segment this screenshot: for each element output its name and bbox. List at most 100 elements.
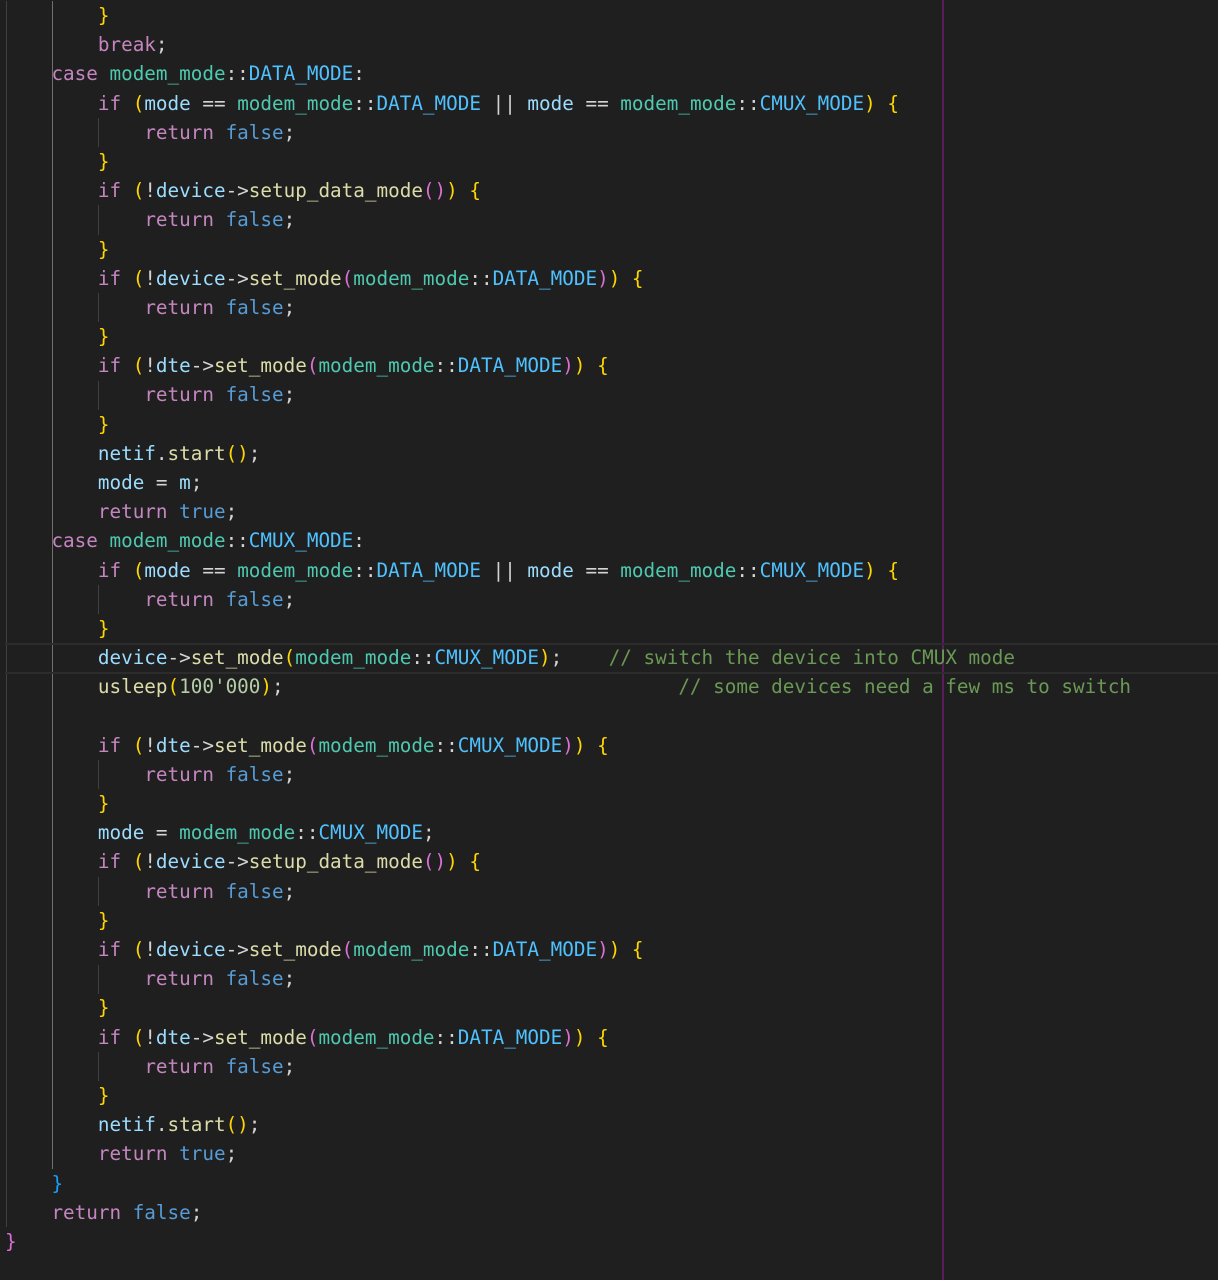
code-token: CMUX_MODE (318, 821, 423, 845)
code-line[interactable]: device->set_mode(modem_mode::CMUX_MODE);… (5, 643, 1218, 675)
code-line[interactable]: } (5, 410, 1131, 439)
code-line[interactable]: return false; (5, 1198, 1131, 1227)
code-line[interactable]: return false; (5, 118, 1131, 147)
code-token: } (97, 412, 110, 436)
code-token: } (97, 149, 110, 173)
code-token: :: (434, 1025, 458, 1049)
code-line[interactable] (5, 702, 1131, 731)
code-token: ( (132, 91, 145, 115)
code-token: :: (353, 91, 377, 115)
code-token: if (97, 1025, 122, 1049)
code-line[interactable]: mode = modem_mode::CMUX_MODE; (5, 818, 1131, 847)
code-line[interactable]: } (5, 789, 1131, 818)
code-token: ; (550, 646, 609, 670)
code-line[interactable]: if (!dte->set_mode(modem_mode::DATA_MODE… (5, 351, 1131, 380)
code-token: :: (736, 558, 760, 582)
code-line[interactable]: if (!device->setup_data_mode()) { (5, 176, 1131, 205)
code-token: } (97, 4, 110, 27)
code-token: ) (562, 733, 574, 757)
code-token: modem_mode (620, 558, 737, 582)
code-line[interactable]: return false; (5, 964, 1131, 993)
code-token: ) (864, 91, 876, 115)
code-line[interactable]: } (5, 614, 1131, 643)
code-line[interactable]: if (!dte->set_mode(modem_mode::CMUX_MODE… (5, 731, 1131, 760)
code-token: -> (167, 646, 191, 670)
code-token: :: (295, 821, 319, 845)
code-line[interactable]: if (!dte->set_mode(modem_mode::DATA_MODE… (5, 1023, 1131, 1052)
code-line[interactable]: } (5, 1081, 1131, 1110)
code-line[interactable]: usleep(100'000); // some devices need a … (5, 672, 1131, 701)
code-line[interactable]: return false; (5, 1052, 1131, 1081)
code-line[interactable]: } (5, 906, 1131, 935)
code-line[interactable]: return false; (5, 380, 1131, 409)
code-line[interactable]: case modem_mode::DATA_MODE: (5, 59, 1131, 88)
code-token: CMUX_MODE (759, 558, 865, 582)
code-line[interactable]: if (mode == modem_mode::DATA_MODE || mod… (5, 556, 1131, 585)
code-token: DATA_MODE (492, 938, 598, 961)
code-token: ; (272, 675, 679, 699)
code-token: ) (573, 354, 586, 378)
code-line[interactable]: if (!device->setup_data_mode()) { (5, 847, 1131, 876)
code-token: } (51, 1171, 64, 1195)
code-line[interactable]: mode = m; (5, 468, 1131, 497)
code-token: { (597, 1025, 609, 1049)
code-token: ! (144, 179, 156, 203)
code-token: ) (446, 179, 458, 203)
code-token: || (480, 91, 528, 115)
code-line[interactable]: } (5, 322, 1131, 351)
code-line[interactable]: } (5, 993, 1131, 1022)
code-line[interactable]: return false; (5, 877, 1131, 906)
code-line[interactable]: if (mode == modem_mode::DATA_MODE || mod… (5, 89, 1131, 118)
code-token: ! (144, 354, 156, 378)
code-token: set_mode (190, 646, 284, 670)
code-line[interactable]: } (5, 147, 1131, 176)
code-token: ( (132, 266, 145, 290)
code-line[interactable]: return false; (5, 760, 1131, 789)
code-token: dte (155, 1025, 191, 1049)
code-token: return (144, 208, 214, 232)
code-token: modem_mode (179, 821, 296, 845)
code-line[interactable]: break; (5, 30, 1131, 59)
code-line[interactable]: } (5, 1169, 1131, 1198)
code-token: ) (864, 558, 876, 582)
code-line[interactable]: return false; (5, 293, 1131, 322)
code-token: CMUX_MODE (457, 733, 563, 757)
code-line[interactable]: return false; (5, 585, 1131, 614)
code-token: ( (306, 354, 319, 378)
code-editor[interactable]: } break; case modem_mode::DATA_MODE: if … (0, 0, 1218, 1280)
code-line[interactable]: } (5, 1227, 1131, 1256)
code-token: { (887, 558, 899, 582)
code-token: ( (132, 938, 145, 961)
code-token: ) (573, 733, 586, 757)
code-line[interactable]: return true; (5, 1139, 1131, 1168)
code-line[interactable]: if (!device->set_mode(modem_mode::DATA_M… (5, 935, 1131, 964)
code-token: ) (608, 266, 621, 290)
code-line[interactable]: if (!device->set_mode(modem_mode::DATA_M… (5, 264, 1131, 293)
code-line[interactable]: netif.start(); (5, 439, 1131, 468)
code-token: :: (225, 62, 249, 86)
code-line[interactable]: netif.start(); (5, 1110, 1131, 1139)
code-token: case (51, 62, 98, 86)
code-token: return (144, 967, 214, 991)
code-lines[interactable]: } break; case modem_mode::DATA_MODE: if … (5, 1, 1218, 1256)
code-token: device (155, 266, 226, 290)
code-token: return (144, 383, 214, 407)
code-token: CMUX_MODE (759, 91, 865, 115)
code-token: if (97, 558, 122, 582)
code-line[interactable]: } (5, 1, 1131, 30)
code-token: ( (167, 675, 180, 699)
code-line[interactable]: return false; (5, 205, 1131, 234)
code-token: . (155, 1113, 168, 1137)
code-line[interactable]: case modem_mode::CMUX_MODE: (5, 526, 1131, 555)
code-line[interactable]: } (5, 235, 1131, 264)
code-line[interactable]: return true; (5, 497, 1131, 526)
code-token: start (167, 441, 226, 465)
